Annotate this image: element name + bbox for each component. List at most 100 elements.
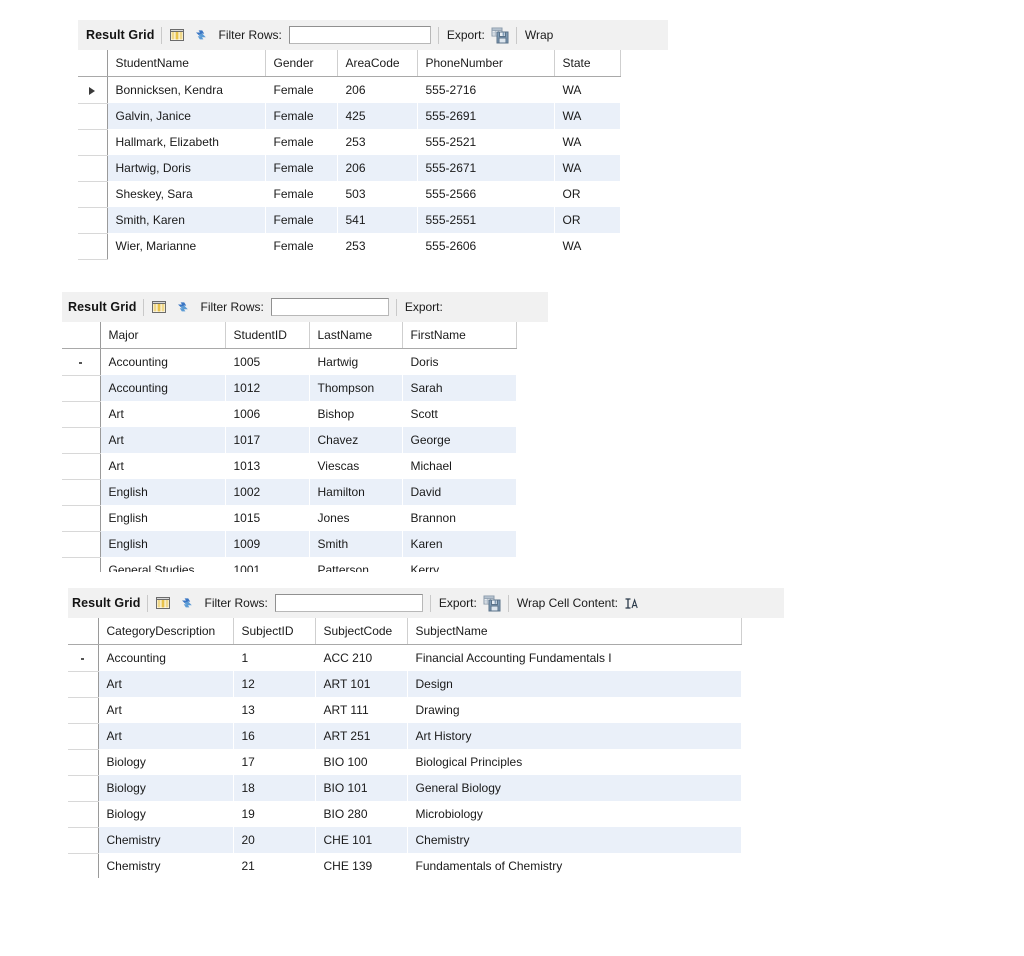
cell-subjectid[interactable]: 20	[233, 827, 315, 853]
cell-gender[interactable]: Female	[265, 77, 337, 104]
cell-state[interactable]: OR	[554, 181, 620, 207]
cell-state[interactable]: WA	[554, 129, 620, 155]
cell-categorydescription[interactable]: Art	[98, 671, 233, 697]
row-selector-current[interactable]	[62, 348, 101, 376]
table-row[interactable]: Wier, Marianne Female 253 555-2606 WA	[78, 233, 620, 260]
cell-subjectcode[interactable]: ART 251	[315, 723, 407, 749]
cell-studentname[interactable]: Hartwig, Doris	[107, 155, 265, 181]
cell-subjectcode[interactable]: BIO 101	[315, 775, 407, 801]
cell-studentname[interactable]: Galvin, Janice	[107, 103, 265, 129]
cell-studentid[interactable]: 1001	[225, 557, 309, 572]
cell-major[interactable]: Accounting	[100, 349, 225, 376]
cell-categorydescription[interactable]: Biology	[98, 749, 233, 775]
cell-major[interactable]: Art	[100, 401, 225, 427]
table-row[interactable]: Art 1006 Bishop Scott	[62, 401, 516, 428]
table-row[interactable]: English 1009 Smith Karen	[62, 531, 516, 558]
cell-lastname[interactable]: Jones	[309, 505, 402, 531]
cell-phonenumber[interactable]: 555-2551	[417, 207, 554, 233]
column-header-state[interactable]: State	[554, 50, 621, 77]
cell-major[interactable]: English	[100, 479, 225, 505]
refresh-icon[interactable]	[193, 27, 209, 43]
cell-studentname[interactable]: Smith, Karen	[107, 207, 265, 233]
table-row[interactable]: Biology 18 BIO 101 General Biology	[68, 775, 741, 802]
table-row[interactable]: Art 1017 Chavez George	[62, 427, 516, 454]
result-grid-icon[interactable]	[169, 27, 185, 43]
table-row[interactable]: Biology 19 BIO 280 Microbiology	[68, 801, 741, 828]
cell-subjectname[interactable]: Financial Accounting Fundamentals I	[407, 645, 741, 672]
cell-state[interactable]: WA	[554, 77, 620, 104]
cell-areacode[interactable]: 425	[337, 103, 417, 129]
cell-lastname[interactable]: Smith	[309, 531, 402, 557]
cell-subjectid[interactable]: 21	[233, 853, 315, 878]
table-row[interactable]: Bonnicksen, Kendra Female 206 555-2716 W…	[78, 76, 620, 104]
cell-lastname[interactable]: Viescas	[309, 453, 402, 479]
cell-firstname[interactable]: Doris	[402, 349, 516, 376]
table-row[interactable]: Hartwig, Doris Female 206 555-2671 WA	[78, 155, 620, 182]
column-header-subjectid[interactable]: SubjectID	[233, 618, 316, 645]
export-icon[interactable]	[483, 595, 501, 612]
cell-lastname[interactable]: Bishop	[309, 401, 402, 427]
cell-studentname[interactable]: Hallmark, Elizabeth	[107, 129, 265, 155]
wrap-cell-content-icon[interactable]	[624, 596, 639, 611]
cell-subjectname[interactable]: General Biology	[407, 775, 741, 801]
filter-rows-input[interactable]	[274, 594, 423, 612]
cell-gender[interactable]: Female	[265, 155, 337, 181]
row-selector[interactable]	[62, 505, 101, 532]
column-header-areacode[interactable]: AreaCode	[337, 50, 418, 77]
cell-firstname[interactable]: George	[402, 427, 516, 453]
row-selector-current[interactable]	[78, 76, 108, 104]
table-row[interactable]: Accounting 1005 Hartwig Doris	[62, 348, 516, 376]
refresh-icon[interactable]	[175, 299, 191, 315]
cell-studentid[interactable]: 1012	[225, 375, 309, 401]
cell-phonenumber[interactable]: 555-2566	[417, 181, 554, 207]
table-row[interactable]: General Studies 1001 Patterson Kerry	[62, 557, 516, 572]
cell-areacode[interactable]: 253	[337, 129, 417, 155]
table-row[interactable]: Chemistry 20 CHE 101 Chemistry	[68, 827, 741, 854]
cell-categorydescription[interactable]: Chemistry	[98, 827, 233, 853]
filter-rows-input[interactable]	[270, 298, 389, 316]
cell-studentname[interactable]: Bonnicksen, Kendra	[107, 77, 265, 104]
table-row[interactable]: Art 16 ART 251 Art History	[68, 723, 741, 750]
cell-categorydescription[interactable]: Art	[98, 723, 233, 749]
cell-areacode[interactable]: 253	[337, 233, 417, 259]
cell-studentname[interactable]: Sheskey, Sara	[107, 181, 265, 207]
cell-subjectname[interactable]: Design	[407, 671, 741, 697]
refresh-icon[interactable]	[179, 595, 195, 611]
cell-phonenumber[interactable]: 555-2671	[417, 155, 554, 181]
row-selector[interactable]	[62, 557, 101, 572]
cell-major[interactable]: English	[100, 531, 225, 557]
cell-subjectid[interactable]: 1	[233, 645, 315, 672]
cell-firstname[interactable]: Scott	[402, 401, 516, 427]
table-row[interactable]: Smith, Karen Female 541 555-2551 OR	[78, 207, 620, 234]
cell-lastname[interactable]: Chavez	[309, 427, 402, 453]
cell-studentid[interactable]: 1009	[225, 531, 309, 557]
cell-subjectcode[interactable]: BIO 280	[315, 801, 407, 827]
result-grid-icon[interactable]	[155, 595, 171, 611]
cell-phonenumber[interactable]: 555-2606	[417, 233, 554, 259]
column-header-subjectname[interactable]: SubjectName	[407, 618, 742, 645]
cell-categorydescription[interactable]: Art	[98, 697, 233, 723]
table-row[interactable]: Chemistry 21 CHE 139 Fundamentals of Che…	[68, 853, 741, 878]
row-selector[interactable]	[62, 479, 101, 506]
table-row[interactable]: Art 1013 Viescas Michael	[62, 453, 516, 480]
row-selector[interactable]	[62, 531, 101, 558]
cell-categorydescription[interactable]: Chemistry	[98, 853, 233, 878]
row-selector[interactable]	[68, 853, 99, 878]
cell-subjectname[interactable]: Chemistry	[407, 827, 741, 853]
cell-subjectid[interactable]: 18	[233, 775, 315, 801]
cell-state[interactable]: WA	[554, 103, 620, 129]
cell-subjectid[interactable]: 13	[233, 697, 315, 723]
row-selector[interactable]	[68, 775, 99, 802]
result-grid-icon[interactable]	[151, 299, 167, 315]
row-selector[interactable]	[68, 801, 99, 828]
cell-lastname[interactable]: Patterson	[309, 557, 402, 572]
table-row[interactable]: Hallmark, Elizabeth Female 253 555-2521 …	[78, 129, 620, 156]
cell-categorydescription[interactable]: Biology	[98, 801, 233, 827]
cell-studentid[interactable]: 1013	[225, 453, 309, 479]
cell-subjectcode[interactable]: CHE 139	[315, 853, 407, 878]
row-selector[interactable]	[68, 671, 99, 698]
cell-gender[interactable]: Female	[265, 129, 337, 155]
cell-studentname[interactable]: Wier, Marianne	[107, 233, 265, 259]
column-header-phonenumber[interactable]: PhoneNumber	[417, 50, 555, 77]
cell-firstname[interactable]: Michael	[402, 453, 516, 479]
